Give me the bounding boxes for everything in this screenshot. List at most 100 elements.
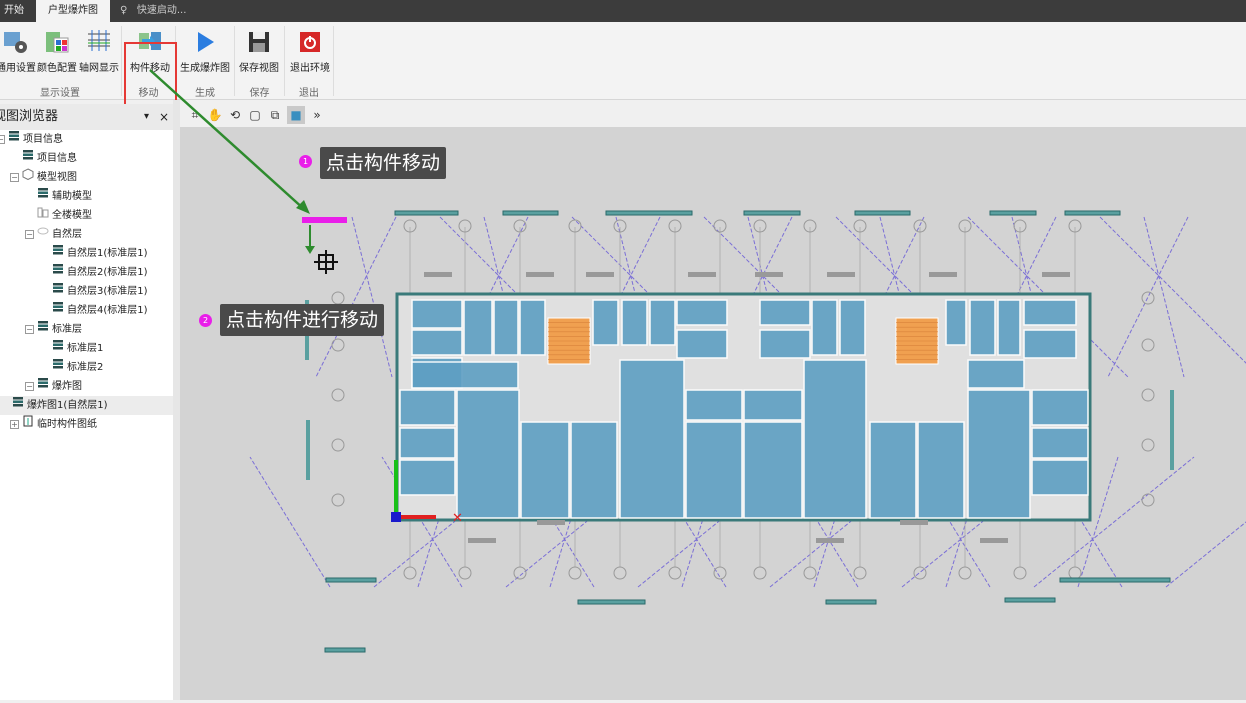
tree-item-label: 自然层1(标准层1) — [67, 248, 148, 259]
room — [463, 299, 493, 356]
room — [1023, 299, 1077, 326]
room — [399, 459, 456, 496]
tree-item[interactable]: 项目信息 — [10, 149, 77, 168]
tab-explosion[interactable]: 户型爆炸图 — [36, 0, 110, 22]
axis-bubble — [1141, 338, 1155, 352]
tree-item[interactable]: − 自然层 — [25, 225, 82, 244]
shaded-cube-icon[interactable]: ■ — [287, 106, 305, 124]
palette-icon — [46, 32, 69, 53]
button-label: 生成爆炸图 — [180, 63, 230, 74]
step-badge-2: 2 — [199, 314, 212, 327]
wireframe-cube-icon[interactable]: ⧉ — [266, 106, 284, 124]
splitter[interactable] — [173, 100, 180, 700]
quick-launch[interactable]: ♀ 快速启动... — [120, 0, 186, 22]
expand-toggle[interactable]: + — [10, 420, 19, 429]
room — [997, 299, 1021, 356]
room — [1031, 427, 1089, 459]
doc-icon — [52, 339, 64, 358]
panel-close-button[interactable]: × — [159, 104, 169, 130]
doc-icon — [52, 244, 64, 263]
beam — [468, 538, 496, 543]
axis-bubble — [913, 566, 927, 580]
tree-item-label: 自然层4(标准层1) — [67, 305, 148, 316]
generate-explosion-button[interactable]: 生成爆炸图 — [178, 26, 232, 90]
cube-icon[interactable]: ▢ — [246, 106, 264, 124]
grid-display-button[interactable]: 轴网显示 — [78, 26, 120, 90]
callout-step-1: 点击构件移动 — [320, 147, 447, 179]
tree-item[interactable]: − 爆炸图 — [25, 377, 82, 396]
tree-item[interactable]: − 项目信息 — [0, 130, 63, 149]
save-view-button[interactable]: 保存视图 — [237, 26, 281, 90]
tab-start[interactable]: 开始 — [0, 0, 28, 22]
axis-bubble — [613, 566, 627, 580]
axis-bubble — [331, 338, 345, 352]
exit-environment-button[interactable]: 退出环境 — [288, 26, 332, 90]
tree-item-label: 爆炸图 — [52, 381, 82, 392]
tree-item-label: 标准层 — [52, 324, 82, 335]
collapse-toggle[interactable]: − — [0, 135, 5, 144]
button-label: 轴网显示 — [79, 63, 119, 74]
room — [759, 329, 811, 359]
room — [803, 359, 867, 519]
room — [520, 421, 570, 519]
collapse-toggle[interactable]: − — [25, 325, 34, 334]
tree-item-label: 自然层 — [52, 229, 82, 240]
beam — [688, 272, 716, 277]
lightbulb-icon: ♀ — [120, 5, 131, 16]
title-bar: 开始 户型爆炸图 ♀ 快速启动... — [0, 0, 1246, 22]
beam — [755, 272, 783, 277]
play-icon — [198, 32, 214, 52]
color-config-button[interactable]: 颜色配置 — [37, 26, 77, 90]
tree-item[interactable]: 辅助模型 — [25, 187, 92, 206]
tree-item[interactable]: − 标准层 — [25, 320, 82, 339]
cube-icon — [22, 168, 34, 187]
tree-item[interactable]: 标准层2 — [40, 358, 103, 377]
wall-segment — [324, 647, 366, 653]
collapse-toggle[interactable]: − — [25, 230, 34, 239]
beam — [827, 272, 855, 277]
room — [649, 299, 676, 346]
zoom-extents-icon[interactable]: ⌗ — [186, 106, 204, 124]
floor-plan[interactable]: ✕ — [180, 127, 1246, 700]
axis-bubble — [403, 566, 417, 580]
view-browser-panel: 视图浏览器 ▾ × −项目信息项目信息−模型视图辅助模型全楼模型−自然层自然层1… — [0, 104, 173, 700]
tree-item[interactable]: 自然层3(标准层1) — [40, 282, 148, 301]
tree-item[interactable]: 爆炸图1(自然层1) — [0, 396, 173, 415]
tree-item-label: 临时构件图纸 — [37, 419, 97, 430]
tree-item[interactable]: 自然层1(标准层1) — [40, 244, 148, 263]
room — [839, 299, 866, 356]
tree-item[interactable]: 标准层1 — [40, 339, 103, 358]
pan-hand-icon[interactable]: ✋ — [206, 106, 224, 124]
doc-icon — [22, 149, 34, 168]
tree-item[interactable]: 自然层4(标准层1) — [40, 301, 148, 320]
collapse-toggle[interactable]: − — [25, 382, 34, 391]
room — [969, 299, 996, 356]
axis-bubble — [958, 566, 972, 580]
quick-launch-text: 快速启动... — [136, 5, 187, 16]
drawing-canvas[interactable]: ✕ — [180, 127, 1246, 700]
tree-item[interactable]: − 模型视图 — [10, 168, 77, 187]
room — [676, 329, 728, 359]
dimension-line — [1099, 216, 1246, 364]
axis-bubble — [753, 566, 767, 580]
general-settings-button[interactable]: 通用设置 — [0, 26, 36, 90]
room — [411, 361, 519, 389]
more-chevron-icon[interactable]: » — [308, 106, 326, 124]
axis-bubble — [331, 291, 345, 305]
tree-item[interactable]: 全楼模型 — [25, 206, 92, 225]
view-toolbar: ⌗ ✋ ⟲ ▢ ⧉ ■ » — [180, 104, 1246, 127]
doc-icon — [52, 301, 64, 320]
tree-item[interactable]: 自然层2(标准层1) — [40, 263, 148, 282]
panel-menu-button[interactable]: ▾ — [144, 104, 149, 130]
axis-bubble — [1013, 566, 1027, 580]
rotate-icon[interactable]: ⟲ — [226, 106, 244, 124]
collapse-toggle[interactable]: − — [10, 173, 19, 182]
room — [676, 299, 728, 326]
doc-icon — [52, 282, 64, 301]
tree-item[interactable]: + 临时构件图纸 — [10, 415, 97, 434]
room — [592, 299, 619, 346]
room — [1031, 389, 1089, 426]
tree-item-label: 自然层3(标准层1) — [67, 286, 148, 297]
doc-icon — [52, 358, 64, 377]
dimension-line — [249, 456, 331, 588]
